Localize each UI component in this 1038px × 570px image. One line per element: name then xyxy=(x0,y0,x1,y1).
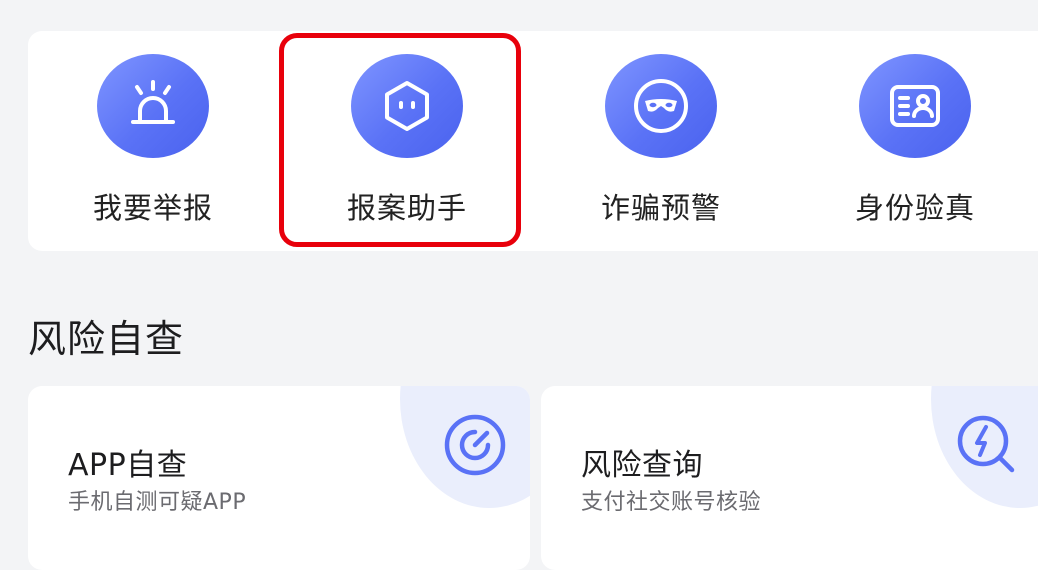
lightning-search-icon xyxy=(952,410,1022,480)
id-card-icon xyxy=(859,54,971,158)
fraud-warning-label: 诈骗预警 xyxy=(600,191,721,225)
fraud-warning-action[interactable]: 诈骗预警 xyxy=(561,31,761,251)
app-check-subtitle: 手机自测可疑APP xyxy=(68,490,247,515)
section-title: 风险自查 xyxy=(28,317,185,361)
risk-query-subtitle: 支付社交账号核验 xyxy=(581,490,762,515)
quick-actions-card: 我要举报 报案助手 诈骗预警 身份验真 xyxy=(28,31,1038,251)
report-action[interactable]: 我要举报 xyxy=(53,31,253,251)
risk-query-title: 风险查询 xyxy=(581,448,703,483)
report-action-label: 我要举报 xyxy=(92,191,213,225)
identity-verify-action[interactable]: 身份验真 xyxy=(815,31,1015,251)
app-check-card[interactable]: APP自查 手机自测可疑APP xyxy=(28,386,530,570)
identity-verify-label: 身份验真 xyxy=(854,191,975,225)
risk-query-card[interactable]: 风险查询 支付社交账号核验 xyxy=(541,386,1038,570)
app-check-title: APP自查 xyxy=(68,448,188,483)
masked-face-icon xyxy=(605,54,717,158)
target-scan-icon xyxy=(440,410,510,480)
alarm-siren-icon xyxy=(97,54,209,158)
highlight-box xyxy=(279,33,521,247)
